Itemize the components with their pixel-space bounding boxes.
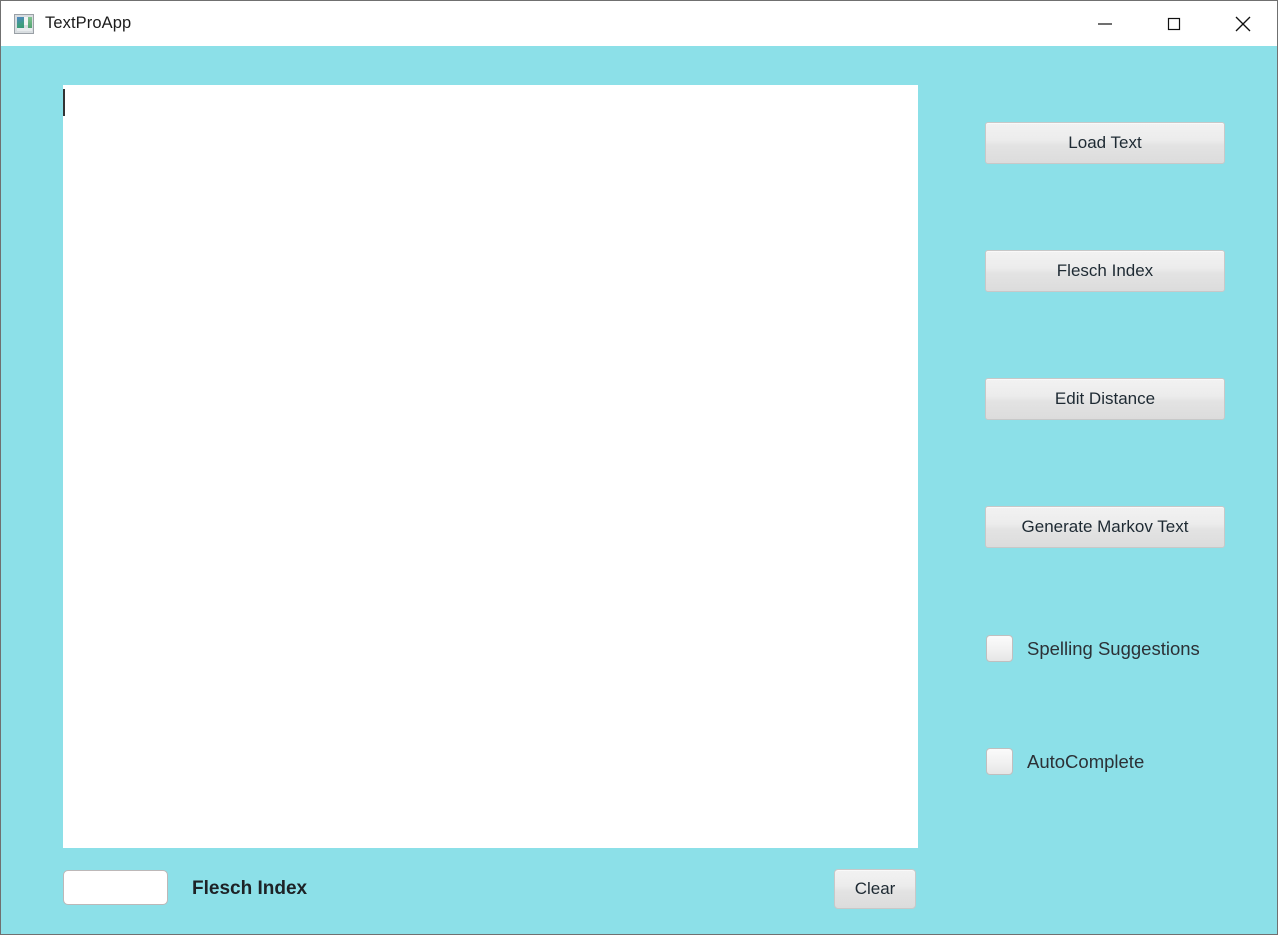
minimize-button[interactable] — [1070, 1, 1139, 46]
autocomplete-checkbox-row[interactable]: AutoComplete — [986, 748, 1144, 775]
flesch-index-label: Flesch Index — [192, 878, 308, 899]
title-bar: TextProApp — [1, 1, 1277, 46]
main-text-editor[interactable] — [63, 85, 918, 848]
client-area: Load Text Flesch Index Edit Distance Gen… — [1, 46, 1277, 934]
autocomplete-checkbox[interactable] — [986, 748, 1013, 775]
flesch-index-button[interactable]: Flesch Index — [985, 250, 1225, 292]
edit-distance-button[interactable]: Edit Distance — [985, 378, 1225, 420]
title-bar-left: TextProApp — [1, 13, 1070, 34]
clear-button[interactable]: Clear — [834, 869, 916, 909]
text-caret — [63, 89, 65, 116]
flesch-index-input[interactable] — [63, 870, 168, 905]
maximize-icon — [1167, 17, 1180, 30]
generate-markov-text-button[interactable]: Generate Markov Text — [985, 506, 1225, 548]
app-window: TextProApp Load Text Flesch Index Edit D… — [0, 0, 1278, 935]
spelling-suggestions-checkbox[interactable] — [986, 635, 1013, 662]
app-image-icon — [14, 13, 34, 34]
load-text-button[interactable]: Load Text — [985, 122, 1225, 164]
spelling-suggestions-checkbox-row[interactable]: Spelling Suggestions — [986, 635, 1200, 662]
window-title: TextProApp — [45, 14, 132, 32]
close-icon — [1235, 16, 1250, 31]
spelling-suggestions-label: Spelling Suggestions — [1027, 637, 1200, 659]
maximize-button[interactable] — [1139, 1, 1208, 46]
minimize-icon — [1097, 22, 1112, 25]
autocomplete-label: AutoComplete — [1027, 750, 1145, 772]
window-controls — [1070, 1, 1277, 46]
close-button[interactable] — [1208, 1, 1277, 46]
